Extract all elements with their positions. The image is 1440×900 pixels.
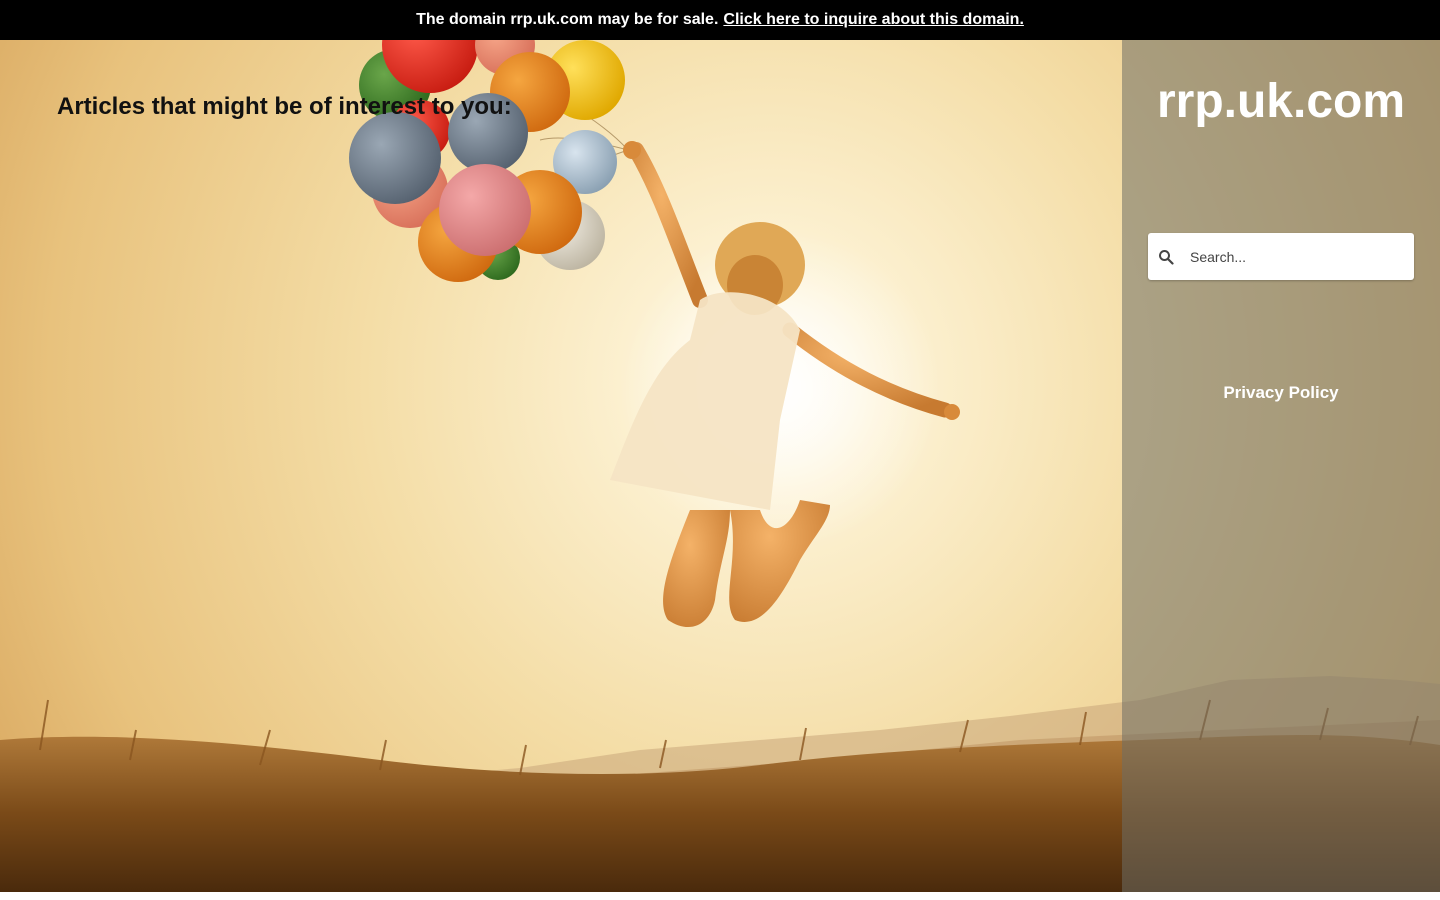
domain-sale-banner: The domain rrp.uk.com may be for sale. C…	[0, 0, 1440, 40]
privacy-policy-link[interactable]: Privacy Policy	[1122, 383, 1440, 403]
search-box[interactable]	[1148, 233, 1414, 280]
domain-sale-text: The domain rrp.uk.com may be for sale.	[416, 11, 719, 28]
search-icon[interactable]	[1148, 249, 1188, 265]
articles-heading: Articles that might be of interest to yo…	[57, 93, 512, 120]
site-name: rrp.uk.com	[1156, 75, 1406, 128]
sidebar: rrp.uk.com Privacy Policy	[1122, 40, 1440, 892]
inquire-domain-link[interactable]: Click here to inquire about this domain.	[723, 11, 1023, 29]
search-input[interactable]	[1188, 247, 1392, 266]
